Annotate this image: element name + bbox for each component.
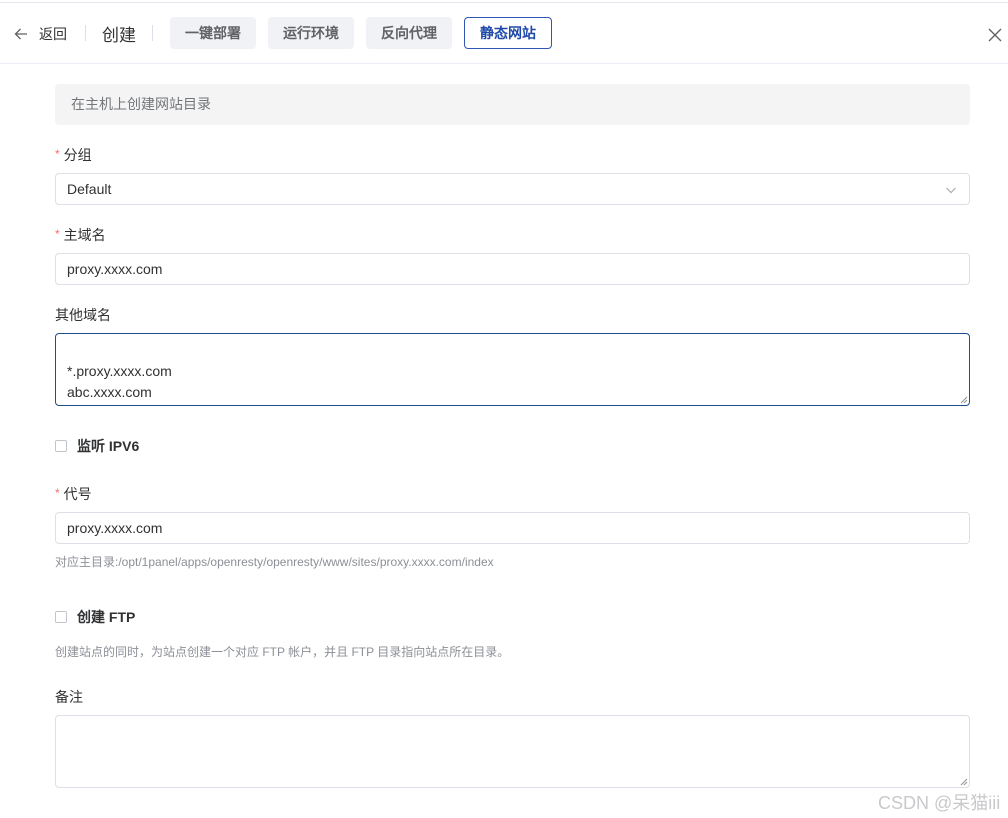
watermark: CSDN @呆猫iii	[878, 793, 1001, 813]
required-mark: *	[55, 227, 60, 241]
primary-domain-label: * 主域名	[55, 225, 106, 245]
divider	[85, 25, 86, 41]
ftp-checkbox-row[interactable]: 创建 FTP	[55, 607, 135, 627]
tab-one-click-deploy[interactable]: 一键部署	[170, 17, 256, 49]
ipv6-label: 监听 IPV6	[77, 438, 140, 454]
group-select[interactable]: Default	[55, 173, 970, 205]
other-domains-label: 其他域名	[55, 307, 111, 323]
remark-label: 备注	[55, 689, 83, 705]
resize-handle-icon[interactable]	[960, 396, 968, 404]
drawer-header: 返回 创建 一键部署 运行环境 反向代理 静态网站	[0, 3, 1008, 64]
ftp-hint: 创建站点的同时，为站点创建一个对应 FTP 帐户，并且 FTP 目录指向站点所在…	[55, 645, 510, 659]
alias-input[interactable]: proxy.xxxx.com	[55, 512, 970, 544]
remark-textarea[interactable]	[55, 715, 970, 788]
alias-label: * 代号	[55, 484, 92, 504]
close-icon[interactable]	[987, 27, 1003, 43]
tab-reverse-proxy[interactable]: 反向代理	[366, 17, 452, 49]
ftp-checkbox[interactable]	[55, 611, 67, 623]
group-label-text: 分组	[63, 147, 92, 163]
ftp-label: 创建 FTP	[77, 609, 136, 625]
ipv6-checkbox-row[interactable]: 监听 IPV6	[55, 436, 139, 456]
group-select-value: Default	[67, 181, 112, 197]
back-label: 返回	[39, 26, 67, 42]
alias-label-text: 代号	[63, 486, 92, 502]
info-notice: 在主机上创建网站目录	[55, 84, 970, 125]
arrow-left-icon	[14, 28, 27, 40]
resize-handle-icon[interactable]	[960, 778, 968, 786]
primary-domain-input[interactable]: proxy.xxxx.com	[55, 253, 970, 285]
alias-hint: 对应主目录:/opt/1panel/apps/openresty/openres…	[55, 555, 494, 569]
divider	[152, 25, 153, 41]
required-mark: *	[55, 147, 60, 161]
chevron-down-icon	[946, 187, 956, 194]
tab-runtime[interactable]: 运行环境	[268, 17, 354, 49]
tab-static-site[interactable]: 静态网站	[464, 17, 552, 49]
back-button[interactable]: 返回	[14, 23, 67, 45]
ipv6-checkbox[interactable]	[55, 440, 67, 452]
other-domains-value: *.proxy.xxxx.com abc.xxxx.com	[67, 363, 172, 400]
primary-domain-label-text: 主域名	[63, 227, 106, 243]
group-label: * 分组	[55, 145, 92, 165]
page-title: 创建	[102, 26, 136, 45]
other-domains-textarea[interactable]: *.proxy.xxxx.com abc.xxxx.com	[55, 333, 970, 406]
required-mark: *	[55, 486, 60, 500]
